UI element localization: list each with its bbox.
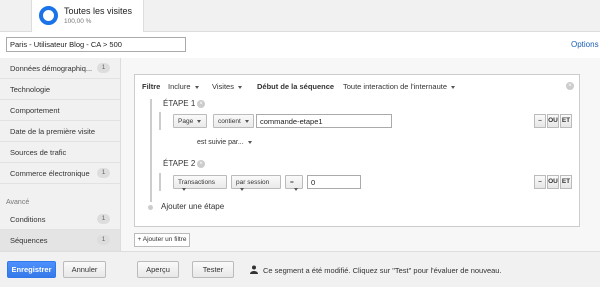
segment-ring-icon (39, 6, 58, 25)
add-filter-button[interactable]: + Ajouter un filtre (134, 233, 190, 247)
scope-dropdown[interactable]: Visites (212, 82, 242, 91)
chevron-down-icon (244, 119, 249, 123)
include-dropdown[interactable]: Inclure (168, 82, 199, 91)
scope-label: par session (236, 179, 270, 186)
segment-percent: 100,00 % (64, 18, 92, 25)
remove-step-icon[interactable]: × (197, 160, 205, 168)
segment-bar: Toutes les visites 100,00 % (0, 0, 600, 32)
chevron-down-icon (237, 85, 242, 89)
step-2-title: ÉTAPE 2 (163, 159, 196, 168)
step-1-operator-dropdown[interactable]: contient (213, 114, 254, 128)
dimension-label: Page (178, 118, 194, 125)
sidebar-item-count: 1 (97, 168, 110, 178)
condition-row-border: Transactions par session = – OU ET (159, 173, 572, 191)
and-button[interactable]: ET (560, 175, 572, 189)
step-2-dimension-dropdown[interactable]: Transactions (173, 175, 227, 191)
add-step-link[interactable]: Ajouter une étape (161, 202, 224, 211)
sidebar-item-count: 1 (97, 214, 110, 224)
step-2-scope-dropdown[interactable]: par session (231, 175, 281, 191)
sidebar-item-label: Conditions (10, 215, 46, 224)
modified-message: Ce segment a été modifié. Cliquez sur "T… (263, 266, 502, 275)
sidebar-item-count: 1 (97, 235, 110, 245)
segment-title: Toutes les visites (64, 6, 133, 16)
and-button[interactable]: ET (560, 114, 572, 128)
sequence-start-value: Toute interaction de l'internaute (343, 82, 448, 91)
step-1-title: ÉTAPE 1 (163, 99, 196, 108)
options-link[interactable]: Options (571, 40, 599, 49)
condition-row-border: Page contient – OU ET (159, 112, 572, 130)
filter-label: Filtre (142, 82, 161, 91)
scope-label: Visites (212, 82, 234, 91)
chevron-down-icon (294, 187, 298, 191)
sidebar-item-label: Séquences (10, 236, 48, 245)
step-2-operator-dropdown[interactable]: = (285, 175, 303, 191)
step-2-condition-row: Transactions par session = – OU ET (159, 173, 572, 191)
sidebar: Données démographiq... 1 Technologie Com… (0, 58, 120, 251)
chevron-down-icon (451, 85, 456, 89)
followed-by-label: est suivie par... (197, 139, 244, 146)
preview-button[interactable]: Aperçu (137, 261, 179, 278)
sidebar-item-traffic-sources[interactable]: Sources de trafic (0, 142, 120, 163)
sidebar-item-ecommerce[interactable]: Commerce électronique 1 (0, 163, 120, 184)
include-label: Inclure (168, 82, 191, 91)
followed-by-dropdown[interactable]: est suivie par... (197, 139, 252, 146)
chevron-down-icon (182, 187, 186, 191)
sidebar-item-label: Date de la première visite (10, 127, 96, 136)
segment-chip[interactable]: Toutes les visites 100,00 % (31, 0, 144, 32)
remove-filter-icon[interactable]: × (566, 82, 574, 90)
remove-condition-button[interactable]: – (534, 114, 546, 128)
operator-label: contient (218, 118, 241, 125)
dimension-label: Transactions (178, 179, 215, 186)
sidebar-item-sequences[interactable]: Séquences 1 (0, 230, 120, 251)
sidebar-item-label: Données démographiq... (10, 64, 93, 73)
cancel-button[interactable]: Annuler (63, 261, 106, 278)
sequence-start-dropdown[interactable]: Toute interaction de l'internaute (343, 82, 456, 91)
sidebar-item-demographics[interactable]: Données démographiq... 1 (0, 58, 120, 79)
segment-name-input[interactable] (6, 37, 186, 52)
user-icon (250, 265, 258, 274)
chevron-down-icon (240, 187, 244, 191)
step-1-dimension-dropdown[interactable]: Page (173, 114, 207, 128)
step-1-condition-row: Page contient – OU ET (159, 112, 572, 130)
chevron-down-icon (247, 140, 252, 144)
sidebar-item-behavior[interactable]: Comportement (0, 100, 120, 121)
operator-label: = (290, 179, 294, 186)
sidebar-item-conditions[interactable]: Conditions 1 (0, 209, 120, 230)
footer-bar: Enregistrer Annuler Aperçu Tester Ce seg… (0, 251, 600, 287)
remove-condition-button[interactable]: – (534, 175, 546, 189)
or-button[interactable]: OU (547, 175, 559, 189)
step-connector (150, 99, 152, 202)
sidebar-item-count: 1 (97, 63, 110, 73)
filter-box: Filtre Inclure Visites Début de la séque… (134, 74, 580, 227)
sidebar-advanced-header: Avancé (6, 199, 30, 206)
sidebar-item-label: Commerce électronique (10, 169, 90, 178)
save-button[interactable]: Enregistrer (7, 261, 56, 278)
sidebar-item-label: Comportement (10, 106, 60, 115)
add-step-dot-icon (148, 205, 153, 210)
chevron-down-icon (197, 119, 202, 123)
remove-step-icon[interactable]: × (197, 100, 205, 108)
sequence-start-label: Début de la séquence (257, 82, 335, 91)
or-button[interactable]: OU (547, 114, 559, 128)
sidebar-item-first-visit-date[interactable]: Date de la première visite (0, 121, 120, 142)
sidebar-item-technology[interactable]: Technologie (0, 79, 120, 100)
sidebar-item-label: Sources de trafic (10, 148, 67, 157)
test-button[interactable]: Tester (192, 261, 234, 278)
sidebar-item-label: Technologie (10, 85, 51, 94)
chevron-down-icon (194, 85, 199, 89)
step-2-value-input[interactable] (307, 175, 361, 189)
step-1-value-input[interactable] (256, 114, 392, 128)
